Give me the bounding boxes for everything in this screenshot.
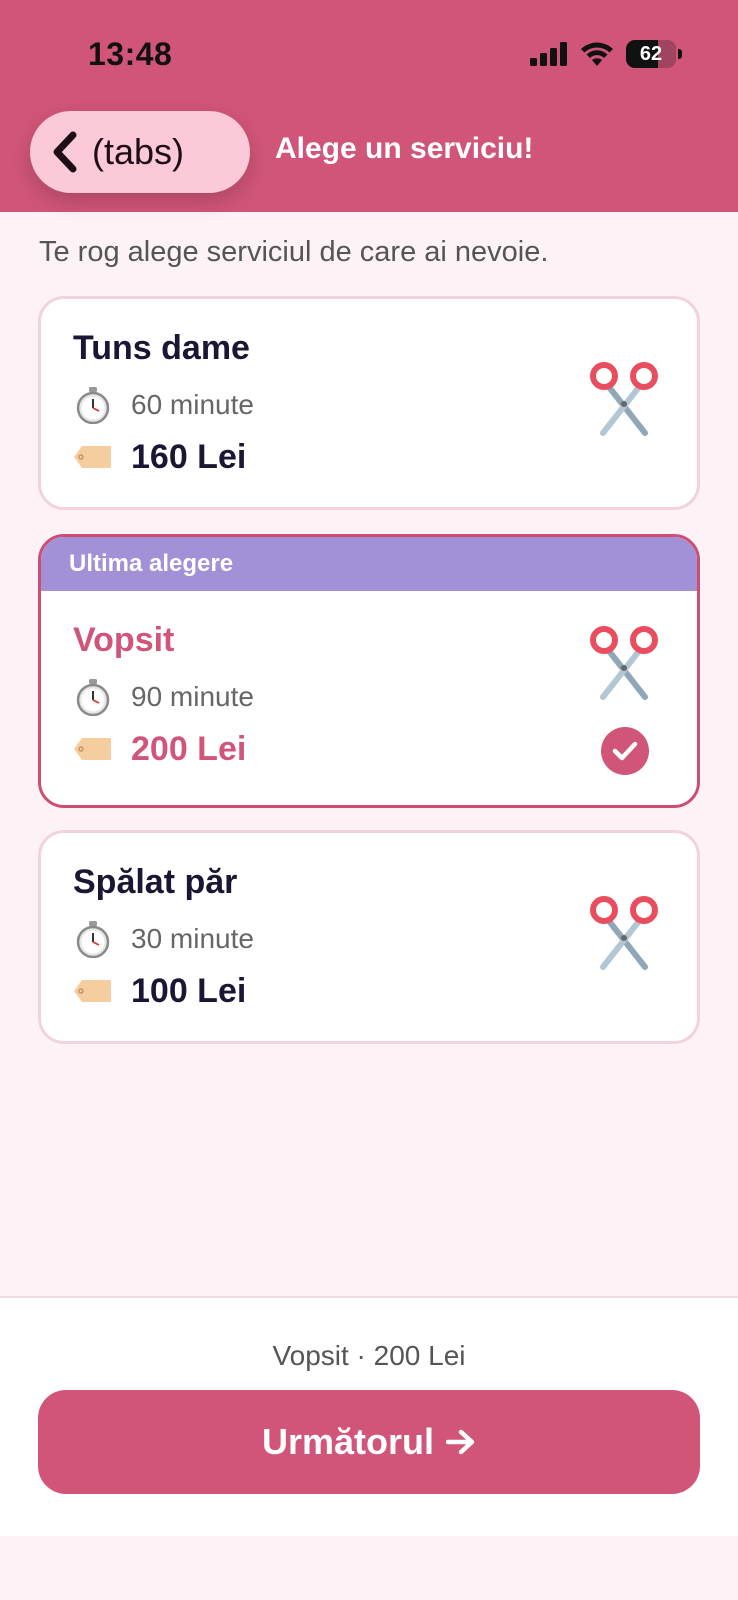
status-bar: 13:48 62 (0, 0, 738, 110)
price-tag-icon (73, 437, 113, 477)
service-price: 100 Lei (131, 971, 247, 1010)
service-price: 200 Lei (131, 729, 247, 768)
back-label: (tabs) (92, 131, 185, 172)
next-button-label: Următorul (261, 1421, 435, 1462)
stopwatch-icon (73, 677, 113, 717)
status-icons: 62 (530, 40, 682, 68)
scissors-icon (587, 625, 661, 706)
battery-icon: 62 (626, 40, 676, 68)
footer-bar: Vopsit · 200 Lei Următorul (0, 1296, 738, 1536)
wifi-icon (581, 42, 613, 66)
stopwatch-icon (73, 919, 113, 959)
service-duration: 60 minute (131, 389, 254, 420)
back-button[interactable]: (tabs) (30, 111, 250, 193)
last-choice-banner: Ultima alegere (41, 537, 697, 591)
service-card-spalat-par[interactable]: Spălat păr 30 minute 100 Lei (38, 830, 700, 1044)
stopwatch-icon (73, 385, 113, 425)
price-tag-icon (73, 729, 113, 769)
battery-level: 62 (639, 42, 663, 65)
scissors-icon (587, 895, 661, 976)
status-time: 13:48 (88, 36, 173, 72)
page-subtitle: Te rog alege serviciul de care ai nevoie… (39, 236, 549, 268)
scissors-icon (587, 361, 661, 442)
price-tag-icon (73, 971, 113, 1011)
page-title: Alege un serviciu! (275, 132, 534, 165)
service-card-vopsit[interactable]: Ultima alegere Vopsit 90 minute 200 Lei (38, 534, 700, 808)
arrow-right-icon (446, 1429, 475, 1455)
header-bar: 13:48 62 (tabs) Alege un serviciu! (0, 0, 738, 212)
service-duration: 30 minute (131, 923, 254, 954)
battery-tip (678, 49, 682, 59)
service-price: 160 Lei (131, 437, 247, 476)
signal-icon (530, 42, 567, 66)
checkmark-icon (601, 727, 649, 775)
service-card-tuns-dame[interactable]: Tuns dame 60 minute 160 Lei (38, 296, 700, 510)
next-button[interactable]: Următorul (38, 1390, 700, 1494)
selection-summary: Vopsit · 200 Lei (272, 1340, 466, 1371)
chevron-left-icon (53, 131, 77, 173)
service-duration: 90 minute (131, 681, 254, 712)
